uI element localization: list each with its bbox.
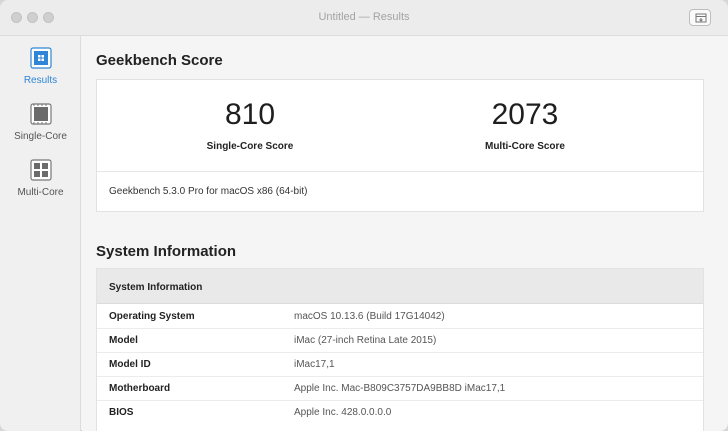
row-value: Apple Inc. Mac-B809C3757DA9BB8D iMac17,1	[294, 383, 506, 394]
sidebar-item-results[interactable]: Results	[0, 47, 81, 86]
table-header: System Information	[97, 269, 703, 304]
single-core-score-label: Single-Core Score	[206, 141, 294, 152]
sidebar-item-label: Results	[23, 75, 58, 86]
app-window: Untitled — Results Results Single-Core M…	[0, 0, 728, 431]
sidebar: Results Single-Core Multi-Core	[0, 36, 81, 431]
sidebar-item-label: Single-Core	[14, 131, 67, 142]
multi-core-icon	[29, 159, 52, 181]
row-value: Apple Inc. 428.0.0.0.0	[294, 407, 392, 418]
table-row: Model ID iMac17,1	[97, 353, 703, 377]
single-core-score-value: 810	[224, 98, 276, 131]
row-key: Model ID	[109, 359, 151, 370]
multi-core-score-value: 2073	[491, 98, 559, 131]
row-key: Model	[109, 335, 138, 346]
row-value: iMac17,1	[294, 359, 335, 370]
version-text: Geekbench 5.3.0 Pro for macOS x86 (64-bi…	[109, 186, 308, 197]
sidebar-item-multi-core[interactable]: Multi-Core	[0, 159, 81, 198]
system-info-heading: System Information	[96, 243, 237, 260]
table-row: Model iMac (27-inch Retina Late 2015)	[97, 329, 703, 353]
sidebar-item-single-core[interactable]: Single-Core	[0, 103, 81, 142]
score-card: 810 Single-Core Score 2073 Multi-Core Sc…	[96, 79, 704, 212]
row-key: Motherboard	[109, 383, 171, 394]
single-core-icon	[29, 103, 52, 125]
row-value: iMac (27-inch Retina Late 2015)	[294, 335, 437, 346]
sidebar-item-label: Multi-Core	[17, 187, 64, 198]
share-button[interactable]	[689, 9, 711, 26]
multi-core-score-label: Multi-Core Score	[484, 141, 565, 152]
divider	[97, 171, 703, 172]
results-icon	[29, 47, 52, 69]
window-title: Untitled — Results	[318, 11, 410, 23]
share-icon	[695, 13, 707, 23]
row-key: Operating System	[109, 311, 195, 322]
system-info-table: System Information Operating System macO…	[96, 268, 704, 431]
score-heading: Geekbench Score	[96, 52, 223, 69]
row-key: BIOS	[109, 407, 134, 418]
row-value: macOS 10.13.6 (Build 17G14042)	[294, 311, 445, 322]
table-row: BIOS Apple Inc. 428.0.0.0.0	[97, 401, 703, 425]
table-row: Operating System macOS 10.13.6 (Build 17…	[97, 305, 703, 329]
table-row: Motherboard Apple Inc. Mac-B809C3757DA9B…	[97, 377, 703, 401]
main-content: Geekbench Score 810 Single-Core Score 20…	[82, 36, 728, 431]
title-bar: Untitled — Results	[0, 0, 728, 36]
table-header-label: System Information	[109, 282, 203, 293]
